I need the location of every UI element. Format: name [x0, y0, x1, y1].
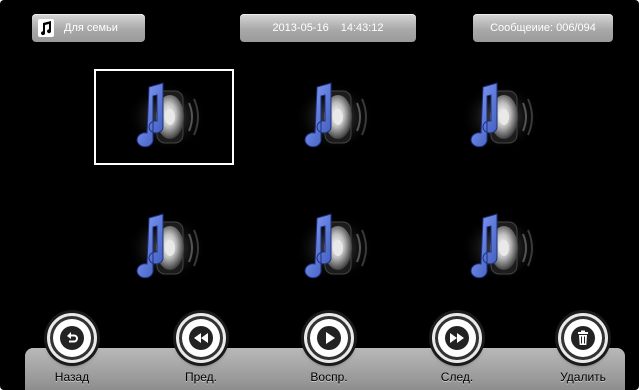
- delete-label: Удалить: [560, 370, 606, 384]
- play-label: Воспр.: [310, 370, 348, 384]
- fast-forward-icon: [445, 326, 469, 350]
- prev-control: Пред.: [161, 313, 241, 384]
- next-label: След.: [440, 370, 474, 384]
- folder-button[interactable]: Для семьи: [32, 14, 145, 42]
- grid-item-5[interactable]: [262, 200, 402, 296]
- music-speaker-icon: [127, 82, 207, 151]
- back-control: Назад: [32, 313, 112, 384]
- music-speaker-icon: [461, 213, 541, 282]
- date-text: 2013-05-16: [272, 22, 329, 34]
- grid-item-1[interactable]: [94, 69, 234, 165]
- message-label: Сообщеиие:: [490, 22, 554, 34]
- message-counter: Сообщеиие: 006/094: [473, 14, 613, 42]
- delete-control: Удалить: [543, 313, 623, 384]
- grid-item-3[interactable]: [428, 69, 568, 165]
- trash-icon: [571, 326, 595, 350]
- back-label: Назад: [54, 370, 90, 384]
- prev-label: Пред.: [184, 370, 218, 384]
- play-control: Воспр.: [289, 313, 369, 384]
- datetime-display: 2013-05-16 14:43:12: [240, 14, 416, 42]
- music-speaker-icon: [295, 213, 375, 282]
- next-button[interactable]: [432, 313, 482, 363]
- play-button[interactable]: [304, 313, 354, 363]
- music-note-icon: [38, 19, 54, 37]
- grid-item-4[interactable]: [94, 200, 234, 296]
- music-speaker-icon: [295, 82, 375, 151]
- delete-button[interactable]: [558, 313, 608, 363]
- music-speaker-icon: [461, 82, 541, 151]
- play-icon: [317, 326, 341, 350]
- rewind-icon: [189, 326, 213, 350]
- screen: Для семьи 2013-05-16 14:43:12 Сообщеиие:…: [0, 0, 639, 390]
- back-arrow-icon: [60, 326, 84, 350]
- music-speaker-icon: [127, 213, 207, 282]
- time-text: 14:43:12: [340, 22, 384, 34]
- prev-button[interactable]: [176, 313, 226, 363]
- grid-item-6[interactable]: [428, 200, 568, 296]
- folder-label: Для семьи: [64, 22, 118, 34]
- message-count: 006/094: [556, 22, 596, 34]
- back-button[interactable]: [47, 313, 97, 363]
- grid-item-2[interactable]: [262, 69, 402, 165]
- next-control: След.: [417, 313, 497, 384]
